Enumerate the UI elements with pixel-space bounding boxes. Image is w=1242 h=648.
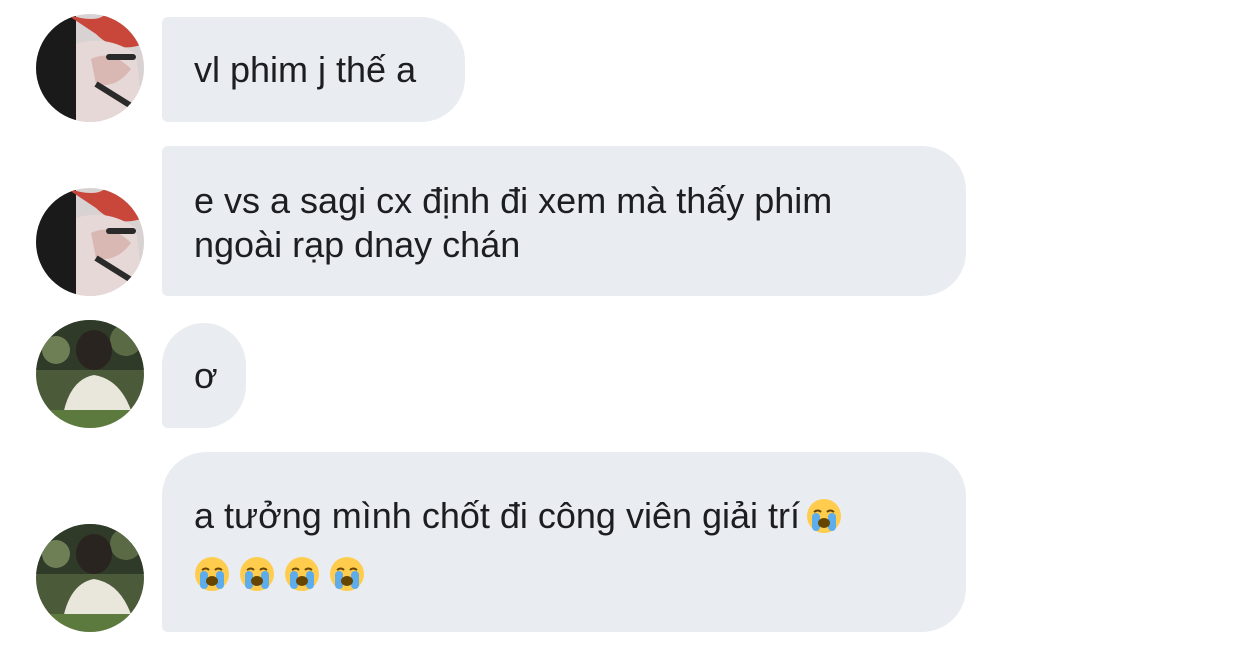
message-bubble[interactable]: e vs a sagi cx định đi xem mà thấy phim … [162,146,966,296]
message-bubble[interactable]: vl phim j thế a [162,17,465,122]
message-text: e vs a sagi cx định đi xem mà thấy phim … [194,180,833,265]
avatar-user-2[interactable] [36,524,144,632]
loudly-crying-face-icon [240,557,274,591]
avatar-user-1-image [36,188,144,296]
avatar-user-2-image [36,320,144,428]
message-bubble[interactable]: a tưởng mình chốt đi công viên giải trí [162,452,966,632]
message-text: ơ [194,355,218,396]
avatar-user-2-image [36,524,144,632]
message-text: a tưởng mình chốt đi công viên giải trí [194,495,801,536]
message-bubble[interactable]: ơ [162,323,246,428]
loudly-crying-face-icon [285,557,319,591]
loudly-crying-face-icon [330,557,364,591]
loudly-crying-face-icon [807,499,842,533]
avatar-user-1-image [36,14,144,122]
loudly-crying-face-icon [195,557,229,591]
avatar-user-1[interactable] [36,14,144,122]
avatar-user-1[interactable] [36,188,144,296]
avatar-user-2[interactable] [36,320,144,428]
message-text: vl phim j thế a [194,49,417,90]
emoji-row [194,552,934,596]
